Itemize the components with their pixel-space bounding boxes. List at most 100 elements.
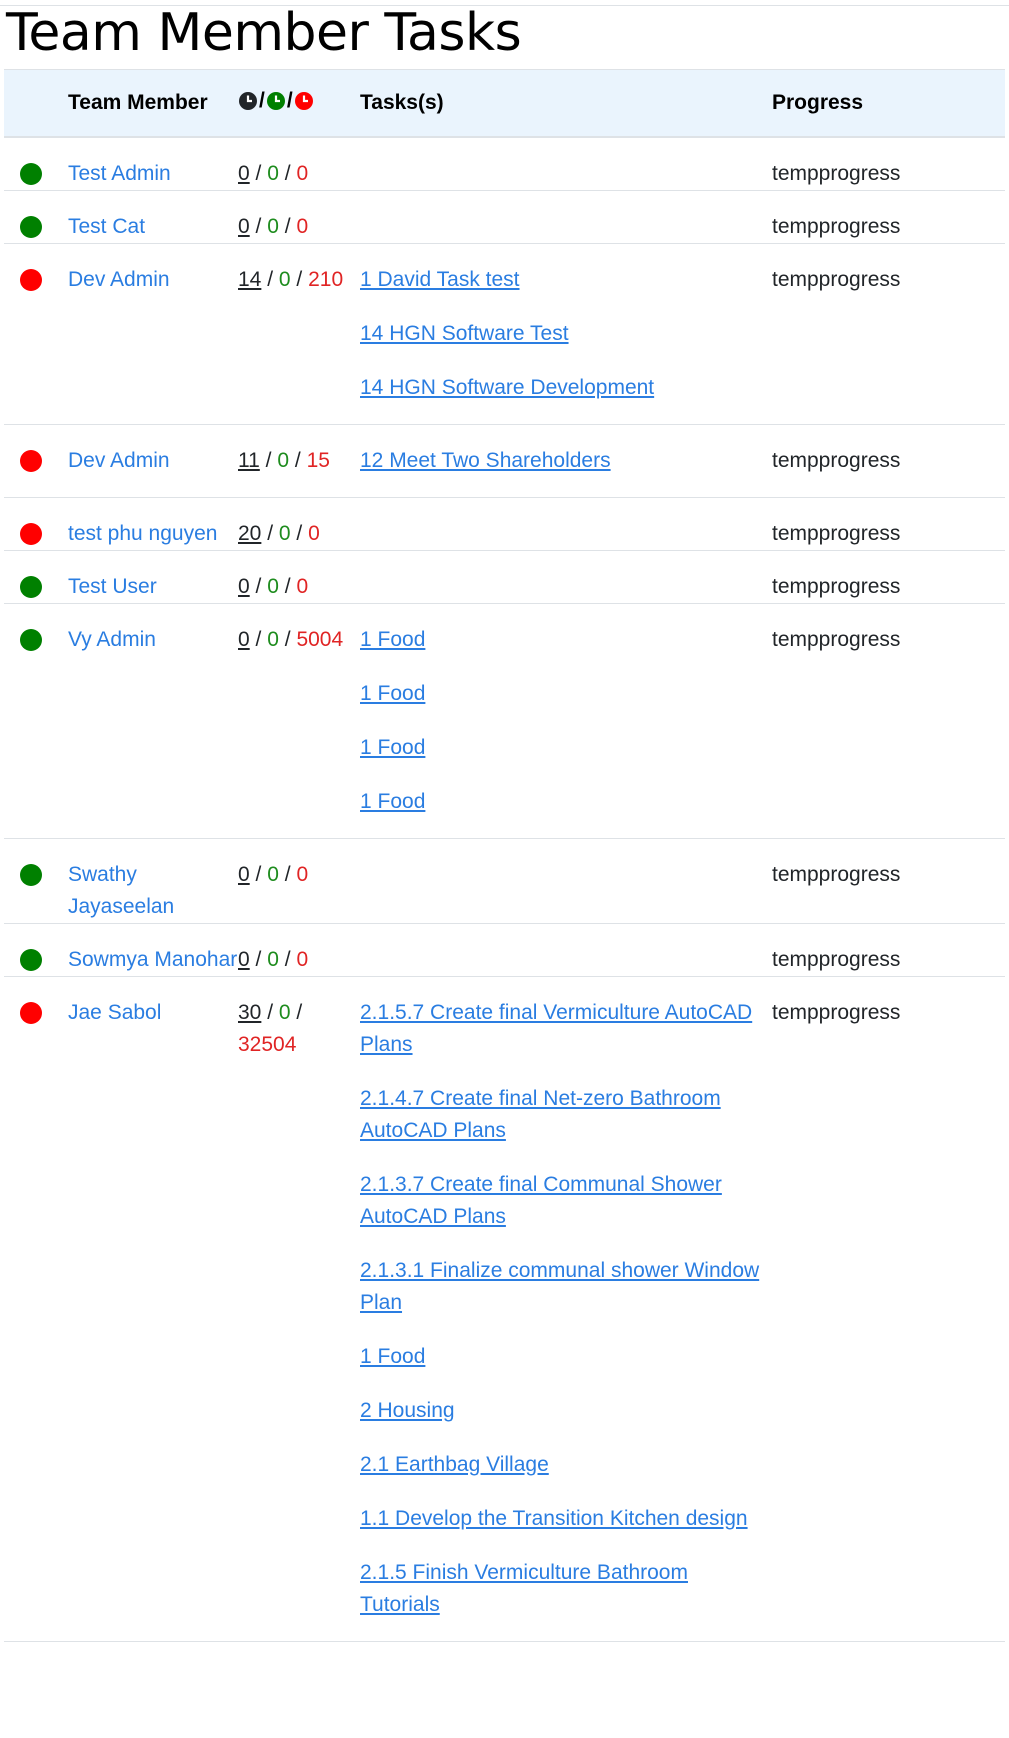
count-separator: / xyxy=(255,574,262,598)
member-link[interactable]: Test User xyxy=(68,575,157,598)
table-row: Test Cat 0 / 0 / 0 tempprogress xyxy=(4,190,1005,244)
total-hours: 0 xyxy=(238,947,250,971)
member-link[interactable]: Test Admin xyxy=(68,162,171,185)
progress-text: tempprogress xyxy=(772,161,901,185)
progress-cell: tempprogress xyxy=(772,603,1005,839)
progress-text: tempprogress xyxy=(772,448,901,472)
progress-cell: tempprogress xyxy=(772,497,1005,551)
counts-cell: 0 / 0 / 0 xyxy=(238,190,360,244)
status-cell xyxy=(4,923,68,977)
progress-cell: tempprogress xyxy=(772,190,1005,244)
task-link[interactable]: 2.1.5 Finish Vermiculture Bathroom Tutor… xyxy=(360,1557,772,1621)
member-link[interactable]: Jae Sabol xyxy=(68,1001,161,1024)
task-link[interactable]: 2.1 Earthbag Village xyxy=(360,1449,772,1481)
status-cell xyxy=(4,976,68,1642)
remaining-hours: 15 xyxy=(306,448,330,472)
count-separator: / xyxy=(265,448,272,472)
status-dot-icon xyxy=(20,215,42,238)
clock-done-icon xyxy=(266,91,285,110)
status-cell xyxy=(4,550,68,604)
progress-cell: tempprogress xyxy=(772,243,1005,425)
member-cell: Vy Admin xyxy=(68,603,238,839)
task-link[interactable]: 14 HGN Software Test xyxy=(360,318,772,350)
count-separator: / xyxy=(284,161,291,185)
count-separator: / xyxy=(284,862,291,886)
task-link[interactable]: 1 David Task test xyxy=(360,264,772,296)
task-link[interactable]: 1 Food xyxy=(360,786,772,818)
progress-text: tempprogress xyxy=(772,214,901,238)
task-link[interactable]: 1 Food xyxy=(360,678,772,710)
total-hours: 0 xyxy=(238,214,250,238)
task-link[interactable]: 14 HGN Software Development xyxy=(360,372,772,404)
total-hours: 14 xyxy=(238,267,262,291)
task-link[interactable]: 2.1.3.1 Finalize communal shower Window … xyxy=(360,1255,772,1319)
task-link[interactable]: 2.1.3.7 Create final Communal Shower Aut… xyxy=(360,1169,772,1233)
total-hours: 0 xyxy=(238,161,250,185)
member-link[interactable]: Test Cat xyxy=(68,215,145,238)
task-link[interactable]: 1.1 Develop the Transition Kitchen desig… xyxy=(360,1503,772,1535)
progress-text: tempprogress xyxy=(772,574,901,598)
status-cell xyxy=(4,243,68,425)
member-link[interactable]: Dev Admin xyxy=(68,449,170,472)
status-dot-icon xyxy=(20,1001,42,1024)
counts-cell: 0 / 0 / 5004 xyxy=(238,603,360,839)
header-separator: / xyxy=(259,88,265,112)
progress-text: tempprogress xyxy=(772,627,901,651)
header-separator: / xyxy=(286,88,293,112)
member-link[interactable]: Dev Admin xyxy=(68,268,170,291)
remaining-hours: 0 xyxy=(296,862,309,886)
total-hours: 0 xyxy=(238,574,250,598)
tasks-cell xyxy=(360,136,772,191)
task-link[interactable]: 12 Meet Two Shareholders xyxy=(360,445,772,477)
count-separator: / xyxy=(284,627,291,651)
member-link[interactable]: Swathy Jayaseelan xyxy=(68,863,174,918)
count-separator: / xyxy=(255,627,262,651)
tasks-cell: 2.1.5.7 Create final Vermiculture AutoCA… xyxy=(360,976,772,1642)
task-link[interactable]: 1 Food xyxy=(360,732,772,764)
table-row: Test User 0 / 0 / 0 tempprogress xyxy=(4,550,1005,604)
task-link[interactable]: 2.1.5.7 Create final Vermiculture AutoCA… xyxy=(360,997,772,1061)
count-separator: / xyxy=(255,947,262,971)
progress-cell: tempprogress xyxy=(772,838,1005,924)
status-cell xyxy=(4,190,68,244)
tasks-cell xyxy=(360,497,772,551)
status-header xyxy=(4,69,68,138)
counts-cell: 0 / 0 / 0 xyxy=(238,923,360,977)
status-dot-icon xyxy=(20,628,42,651)
table-row: Swathy Jayaseelan 0 / 0 / 0 tempprogress xyxy=(4,838,1005,924)
member-cell: Sowmya Manohar xyxy=(68,923,238,977)
table-row: test phu nguyen 20 / 0 / 0 tempprogress xyxy=(4,497,1005,551)
counts-cell: 0 / 0 / 0 xyxy=(238,838,360,924)
done-hours: 0 xyxy=(278,267,291,291)
counts-cell: 30 / 0 / 32504 xyxy=(238,976,360,1642)
member-cell: Test Cat xyxy=(68,190,238,244)
member-cell: test phu nguyen xyxy=(68,497,238,551)
task-link[interactable]: 1 Food xyxy=(360,1341,772,1373)
progress-cell: tempprogress xyxy=(772,976,1005,1642)
member-link[interactable]: Sowmya Manohar xyxy=(68,948,237,971)
member-cell: Jae Sabol xyxy=(68,976,238,1642)
task-link[interactable]: 2 Housing xyxy=(360,1395,772,1427)
done-hours: 0 xyxy=(278,521,291,545)
remaining-hours: 32504 xyxy=(238,1032,297,1056)
remaining-hours: 0 xyxy=(296,161,309,185)
member-link[interactable]: test phu nguyen xyxy=(68,522,217,545)
status-dot-icon xyxy=(20,863,42,886)
table-header-row: Team Member / / Tasks(s) Progress xyxy=(4,69,1005,138)
tasks-cell: 12 Meet Two Shareholders xyxy=(360,424,772,498)
counts-header: / / xyxy=(238,69,360,138)
status-cell xyxy=(4,136,68,191)
table-row: Dev Admin 11 / 0 / 15 12 Meet Two Shareh… xyxy=(4,424,1005,498)
remaining-hours: 0 xyxy=(296,214,309,238)
task-link[interactable]: 1 Food xyxy=(360,624,772,656)
tasks-cell xyxy=(360,923,772,977)
task-link[interactable]: 2.1.4.7 Create final Net-zero Bathroom A… xyxy=(360,1083,772,1147)
status-dot-icon xyxy=(20,162,42,185)
count-separator: / xyxy=(255,161,262,185)
progress-cell: tempprogress xyxy=(772,550,1005,604)
count-separator: / xyxy=(284,574,291,598)
counts-cell: 20 / 0 / 0 xyxy=(238,497,360,551)
member-link[interactable]: Vy Admin xyxy=(68,628,156,651)
member-header: Team Member xyxy=(68,69,238,138)
done-hours: 0 xyxy=(267,161,279,185)
